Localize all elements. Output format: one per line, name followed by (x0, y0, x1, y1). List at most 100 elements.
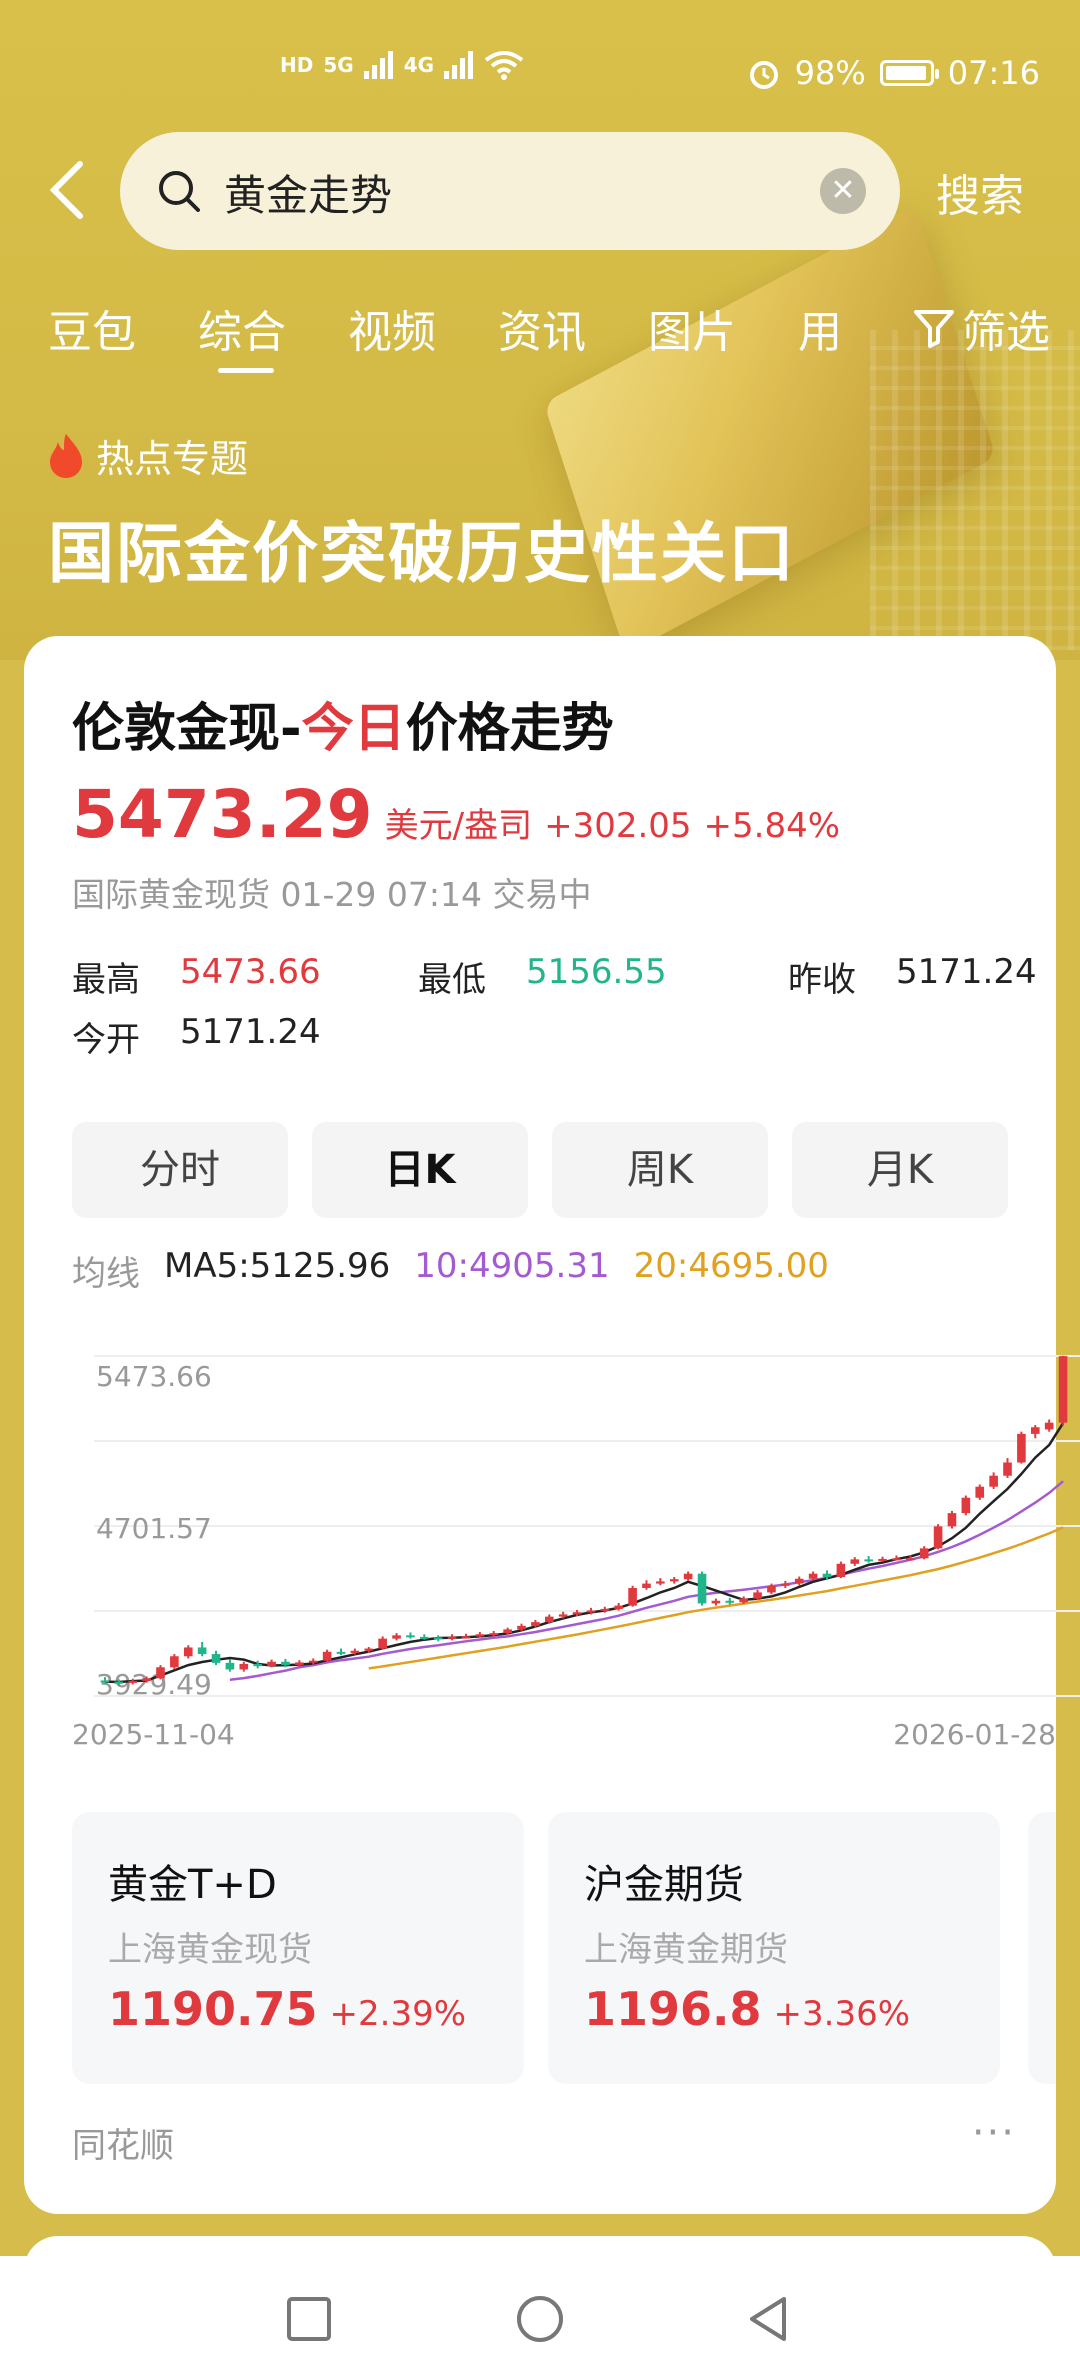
candle-body (822, 1573, 832, 1577)
hero-title[interactable]: 国际金价突破历史性关口 (48, 500, 796, 596)
filter-icon (914, 310, 954, 348)
candle-body (836, 1563, 846, 1577)
candle-body (197, 1647, 207, 1655)
status-right: 98% 07:16 (747, 54, 1040, 92)
tab-weekly-k[interactable]: 周K (552, 1122, 768, 1218)
status-bar: HD 5G 4G 98% 07:16 (0, 40, 1080, 110)
tab-use[interactable]: 用 (798, 296, 842, 360)
candle-body (558, 1614, 568, 1617)
building-image (870, 330, 1080, 650)
current-price: 5473.29 (72, 776, 373, 853)
candle-body (211, 1654, 221, 1663)
mini-card-price-row: 1190.75 +2.39% (108, 1982, 466, 2036)
candle-body (808, 1573, 818, 1579)
candle-body (864, 1559, 873, 1562)
stat-prev-value: 5171.24 (896, 952, 1037, 992)
candle-body (253, 1663, 262, 1667)
hot-topic-label: 热点专题 (96, 437, 249, 481)
candle-body (767, 1585, 776, 1593)
stat-high-label: 最高 (72, 960, 140, 1000)
price-unit: 美元/盎司 (384, 806, 533, 846)
candle-body (906, 1558, 915, 1561)
back-nav-icon[interactable] (744, 2294, 794, 2344)
hd-icon: HD (280, 53, 314, 77)
wifi-icon (484, 51, 524, 80)
tab-monthly-k[interactable]: 月K (792, 1122, 1008, 1218)
y-tick-label: 5473.66 (96, 1360, 212, 1393)
search-button[interactable]: 搜索 (936, 160, 1024, 224)
candle-body (281, 1661, 290, 1666)
candle-body (322, 1651, 332, 1661)
candle-body (781, 1583, 790, 1586)
candle-body (614, 1605, 624, 1609)
candle-body (919, 1548, 929, 1559)
candle-body (336, 1651, 346, 1654)
home-icon[interactable] (515, 2294, 565, 2344)
mini-card-futures[interactable]: 沪金期货 上海黄金期货 1196.8 +3.36% (548, 1812, 1000, 2084)
mini-card-change: +3.36% (773, 1994, 911, 2034)
candle-body (100, 1680, 110, 1683)
filter-button[interactable]: 筛选 (912, 296, 1050, 360)
tab-doubao[interactable]: 豆包 (48, 296, 136, 360)
candlestick-chart[interactable]: 5473.66 4701.57 3929.49 2025-11-04 2026-01-2… (48, 1316, 1080, 1756)
tab-all[interactable]: 综合 (198, 296, 286, 373)
tab-intraday[interactable]: 分时 (72, 1122, 288, 1218)
back-button[interactable] (46, 160, 96, 230)
search-input[interactable]: 黄金走势 ✕ (120, 132, 900, 250)
flame-icon (50, 433, 82, 478)
tab-images[interactable]: 图片 (648, 296, 736, 360)
candle-body (1017, 1433, 1026, 1463)
candle-body (350, 1650, 360, 1653)
mini-card-td[interactable]: 黄金T+D 上海黄金现货 1190.75 +2.39% (72, 1812, 524, 2084)
y-tick-label: 3929.49 (96, 1668, 212, 1701)
tab-video[interactable]: 视频 (348, 296, 436, 360)
mini-card-title: 沪金期货 (584, 1862, 744, 1908)
candle-body (878, 1558, 887, 1561)
mini-card-change: +2.39% (329, 1994, 467, 2034)
clear-icon[interactable]: ✕ (820, 168, 866, 214)
search-icon (159, 171, 200, 212)
recent-apps-icon[interactable] (284, 2294, 334, 2344)
candle-body (503, 1629, 512, 1634)
stat-prev-close: 昨收 5171.24 (788, 952, 1037, 1001)
candle-body (308, 1660, 318, 1663)
stat-low: 最低 5156.55 (418, 952, 667, 1001)
mini-card-peek[interactable] (1028, 1812, 1056, 2084)
ma5-line (104, 1422, 1065, 1684)
tab-daily-k[interactable]: 日K (312, 1122, 528, 1218)
search-query: 黄金走势 (224, 171, 393, 220)
candle-body (794, 1578, 804, 1584)
signal-icon (363, 51, 393, 79)
candle-body (989, 1475, 998, 1487)
candle-body (656, 1581, 665, 1584)
candle-body (1030, 1427, 1040, 1434)
card-title-suffix: 价格走势 (405, 699, 614, 759)
ma-label: 均线 (72, 1254, 140, 1294)
mini-card-subtitle: 上海黄金期货 (584, 1930, 788, 1970)
candle-body (572, 1612, 582, 1615)
tab-news[interactable]: 资讯 (498, 296, 586, 360)
candle-body (170, 1656, 179, 1668)
candle-body (447, 1636, 457, 1639)
candle-body (475, 1634, 485, 1637)
more-button[interactable]: ··· (972, 2110, 1016, 2156)
kline-tabs: 分时 日K 周K 月K (72, 1122, 1032, 1218)
hot-topic-tag[interactable]: 热点专题 (46, 428, 248, 483)
candle-body (489, 1633, 499, 1636)
gold-price-card[interactable]: 伦敦金现-今日价格走势 5473.29 美元/盎司 +302.05 +5.84%… (24, 636, 1080, 2214)
moving-average-legend: 均线 MA5:5125.96 10:4905.31 20:4695.00 (72, 1246, 829, 1295)
candle-body (531, 1622, 540, 1626)
candle-body (892, 1558, 901, 1561)
network-5g-label: 5G (323, 53, 354, 77)
x-end-label: 2026-01-28 (893, 1718, 1056, 1751)
candle-body (753, 1592, 762, 1599)
candle-body (1003, 1462, 1012, 1476)
stat-high-value: 5473.66 (180, 952, 321, 992)
card-title-prefix: 伦敦金现- (72, 699, 302, 759)
candle-body (725, 1600, 735, 1603)
battery-percent: 98% (794, 54, 866, 92)
stat-open-value: 5171.24 (180, 1012, 321, 1052)
candle-body (850, 1559, 860, 1564)
candle-body (544, 1616, 554, 1623)
candle-body (461, 1636, 471, 1639)
